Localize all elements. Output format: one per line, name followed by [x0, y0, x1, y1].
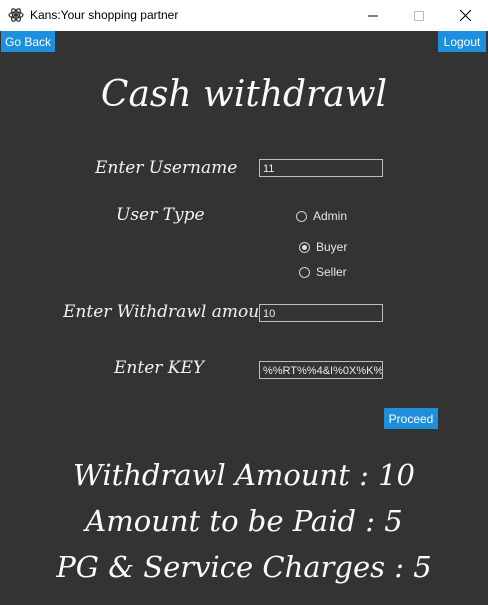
radio-buyer-circle: [299, 241, 310, 253]
username-label: Enter Username: [95, 158, 238, 178]
radio-seller-label: Seller: [316, 265, 347, 279]
maximize-button[interactable]: [396, 0, 442, 31]
go-back-button[interactable]: Go Back: [1, 31, 55, 52]
amount-field[interactable]: 10: [259, 304, 383, 322]
minimize-button[interactable]: [350, 0, 396, 31]
amount-to-be-paid-text: Amount to be Paid : 5: [85, 504, 403, 538]
title-bar: Kans:Your shopping partner: [0, 0, 488, 31]
radio-admin-label: Admin: [313, 209, 348, 223]
user-type-label: User Type: [116, 205, 205, 225]
radio-buyer[interactable]: Buyer: [299, 240, 347, 254]
minimize-icon: [368, 15, 378, 16]
charges-text: PG & Service Charges : 5: [56, 550, 432, 584]
proceed-button[interactable]: Proceed: [384, 408, 438, 429]
logout-button[interactable]: Logout: [438, 31, 486, 52]
radio-seller-circle: [299, 266, 310, 278]
app-icon: [8, 8, 24, 22]
radio-seller[interactable]: Seller: [299, 265, 347, 279]
radio-admin[interactable]: Admin: [296, 209, 347, 223]
page-title: Cash withdrawl: [100, 74, 388, 115]
radio-admin-circle: [296, 210, 307, 222]
close-button[interactable]: [442, 0, 488, 31]
key-field[interactable]: %%RT%%4&I%0X%K%: [259, 361, 383, 379]
close-icon: [459, 10, 471, 21]
withdrawl-amount-text: Withdrawl Amount : 10: [73, 458, 415, 492]
window-title: Kans:Your shopping partner: [30, 8, 179, 22]
amount-label: Enter Withdrawl amount: [63, 302, 277, 322]
username-field[interactable]: 11: [259, 159, 383, 177]
maximize-icon: [414, 10, 424, 21]
key-label: Enter KEY: [114, 358, 205, 378]
radio-buyer-label: Buyer: [316, 240, 348, 254]
